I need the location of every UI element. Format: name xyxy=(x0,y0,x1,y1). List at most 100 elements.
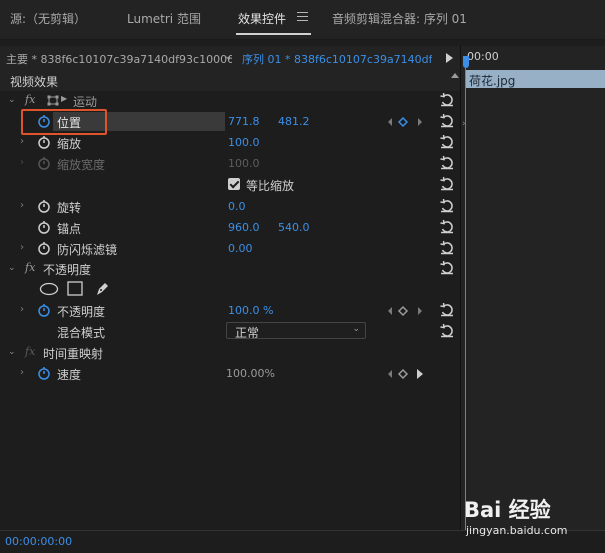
fx-icon: fx xyxy=(25,345,36,358)
speed-property-row[interactable]: › 速度 100.00% xyxy=(0,363,460,384)
position-x-value[interactable]: 771.8 xyxy=(228,115,260,128)
playhead-line[interactable] xyxy=(465,68,466,530)
speed-label: 速度 xyxy=(57,368,82,382)
stopwatch-icon[interactable] xyxy=(37,366,51,380)
panel-menu-icon[interactable] xyxy=(297,12,308,22)
chevron-down-icon: ⌄ xyxy=(352,324,360,334)
uniform-scale-checkbox[interactable] xyxy=(228,178,240,190)
rotation-property-row[interactable]: › 旋转 0.0 xyxy=(0,196,460,217)
timeline-clip[interactable]: 荷花.jpg xyxy=(466,70,605,88)
chevron-right-icon[interactable]: › xyxy=(20,368,28,378)
anchor-point-property-row[interactable]: 锚点 960.0 540.0 xyxy=(0,217,460,238)
timeline-start-time: 00:00 xyxy=(467,50,499,63)
fx-icon[interactable]: fx xyxy=(25,93,35,106)
tab-audio-clip-mixer[interactable]: 音频剪辑混合器: 序列 01 xyxy=(332,10,467,27)
timeline-panel: 00:00 荷花.jpg › xyxy=(460,46,605,532)
tab-source[interactable]: 源:（无剪辑） xyxy=(10,10,86,27)
mask-tools-row xyxy=(0,279,460,300)
chevron-right-icon[interactable]: › xyxy=(20,305,28,315)
watermark-text: Bai 经验 xyxy=(464,498,551,522)
reset-icon[interactable] xyxy=(439,260,455,276)
anti-flicker-label: 防闪烁滤镜 xyxy=(57,243,118,257)
chevron-down-icon[interactable]: ⌄ xyxy=(8,95,16,105)
speed-value[interactable]: 100.00% xyxy=(226,367,275,380)
chevron-right-icon: › xyxy=(462,119,466,129)
opacity-property-row[interactable]: › 不透明度 100.0 % xyxy=(0,300,460,321)
keyframe-navigator-icon[interactable] xyxy=(386,368,426,380)
reset-icon[interactable] xyxy=(439,155,455,171)
scale-width-label: 缩放宽度 xyxy=(57,158,106,172)
tab-lumetri-scopes[interactable]: Lumetri 范围 xyxy=(127,10,201,27)
baidu-watermark: Bai 经验 jingyan.baidu.com xyxy=(462,488,602,544)
source-selector-row: 主要 * 838f6c10107c39a7140df93c10006... ⌄ … xyxy=(0,46,460,70)
time-remapping-label: 时间重映射 xyxy=(43,347,104,361)
blend-mode-select[interactable]: 正常 ⌄ xyxy=(226,322,366,340)
playhead-handle[interactable] xyxy=(463,56,469,68)
stopwatch-icon[interactable] xyxy=(37,303,51,317)
fx-icon[interactable]: fx xyxy=(25,261,35,274)
chevron-right-icon[interactable]: › xyxy=(20,243,28,253)
ellipse-mask-icon[interactable] xyxy=(39,282,59,296)
scale-label: 缩放 xyxy=(57,137,82,151)
keyframe-navigator-icon[interactable] xyxy=(386,116,426,128)
motion-expand-arrow-icon[interactable]: ▶ xyxy=(61,94,67,103)
chevron-right-icon[interactable]: › xyxy=(20,201,28,211)
stopwatch-icon[interactable] xyxy=(37,220,51,234)
reset-icon[interactable] xyxy=(439,198,455,214)
play-icon[interactable] xyxy=(446,53,453,63)
anchor-point-label: 锚点 xyxy=(57,222,82,236)
uniform-scale-row[interactable]: 等比缩放 xyxy=(0,174,460,195)
timeline-ruler[interactable]: 00:00 xyxy=(461,46,605,70)
blend-mode-row[interactable]: 混合模式 正常 ⌄ xyxy=(0,321,460,342)
opacity-value[interactable]: 100.0 % xyxy=(228,304,273,317)
rotation-label: 旋转 xyxy=(57,201,82,215)
stopwatch-icon[interactable] xyxy=(37,199,51,213)
reset-icon[interactable] xyxy=(439,92,455,108)
anti-flicker-value[interactable]: 0.00 xyxy=(228,242,253,255)
chevron-down-icon[interactable]: ⌄ xyxy=(8,347,16,357)
scale-property-row[interactable]: › 缩放 100.0 xyxy=(0,132,460,153)
opacity-label: 不透明度 xyxy=(57,305,106,319)
chevron-right-icon[interactable]: › xyxy=(20,137,28,147)
scale-width-property-row: › 缩放宽度 100.0 xyxy=(0,153,460,174)
anchor-x-value[interactable]: 960.0 xyxy=(228,221,260,234)
scroll-up-icon[interactable] xyxy=(451,73,459,78)
position-y-value[interactable]: 481.2 xyxy=(278,115,310,128)
motion-label: 运动 xyxy=(73,95,98,109)
keyframe-navigator-icon[interactable] xyxy=(386,305,426,317)
master-clip-label[interactable]: 主要 * 838f6c10107c39a7140df93c10006... xyxy=(6,51,232,67)
watermark-url: jingyan.baidu.com xyxy=(466,524,568,537)
rectangle-mask-icon[interactable] xyxy=(67,281,83,296)
sequence-clip-label[interactable]: 序列 01 * 838f6c10107c39a7140df93c... xyxy=(242,51,432,67)
reset-icon[interactable] xyxy=(439,323,455,339)
panel-tab-bar: 源:（无剪辑） Lumetri 范围 效果控件 音频剪辑混合器: 序列 01 xyxy=(0,0,605,40)
reset-icon[interactable] xyxy=(439,219,455,235)
video-effects-label: 视频效果 xyxy=(10,75,59,89)
reset-icon[interactable] xyxy=(439,113,455,129)
reset-icon[interactable] xyxy=(439,176,455,192)
reset-icon[interactable] xyxy=(439,134,455,150)
opacity-section-label: 不透明度 xyxy=(43,263,92,277)
current-timecode[interactable]: 00:00:00:00 xyxy=(5,535,72,548)
anchor-y-value[interactable]: 540.0 xyxy=(278,221,310,234)
chevron-down-icon[interactable]: ⌄ xyxy=(224,51,232,62)
reset-icon[interactable] xyxy=(439,302,455,318)
opacity-effect-row[interactable]: ⌄ fx 不透明度 xyxy=(0,258,460,279)
uniform-scale-label: 等比缩放 xyxy=(246,179,295,193)
stopwatch-icon xyxy=(38,157,50,170)
active-tab-indicator xyxy=(236,33,311,35)
rotation-value[interactable]: 0.0 xyxy=(228,200,246,213)
motion-effect-row[interactable]: ⌄ fx ▶ 运动 xyxy=(0,90,460,111)
blend-mode-label: 混合模式 xyxy=(57,326,106,340)
chevron-down-icon[interactable]: ⌄ xyxy=(8,263,16,273)
time-remapping-effect-row[interactable]: ⌄ fx 时间重映射 xyxy=(0,342,460,363)
anti-flicker-property-row[interactable]: › 防闪烁滤镜 0.00 xyxy=(0,238,460,259)
pen-mask-icon[interactable] xyxy=(94,281,110,297)
scale-width-value: 100.0 xyxy=(228,157,260,170)
reset-icon[interactable] xyxy=(439,240,455,256)
stopwatch-icon[interactable] xyxy=(37,241,51,255)
tab-effect-controls[interactable]: 效果控件 xyxy=(238,10,286,27)
scale-value[interactable]: 100.0 xyxy=(228,136,260,149)
transform-icon[interactable] xyxy=(47,95,59,106)
stopwatch-icon[interactable] xyxy=(37,135,51,149)
